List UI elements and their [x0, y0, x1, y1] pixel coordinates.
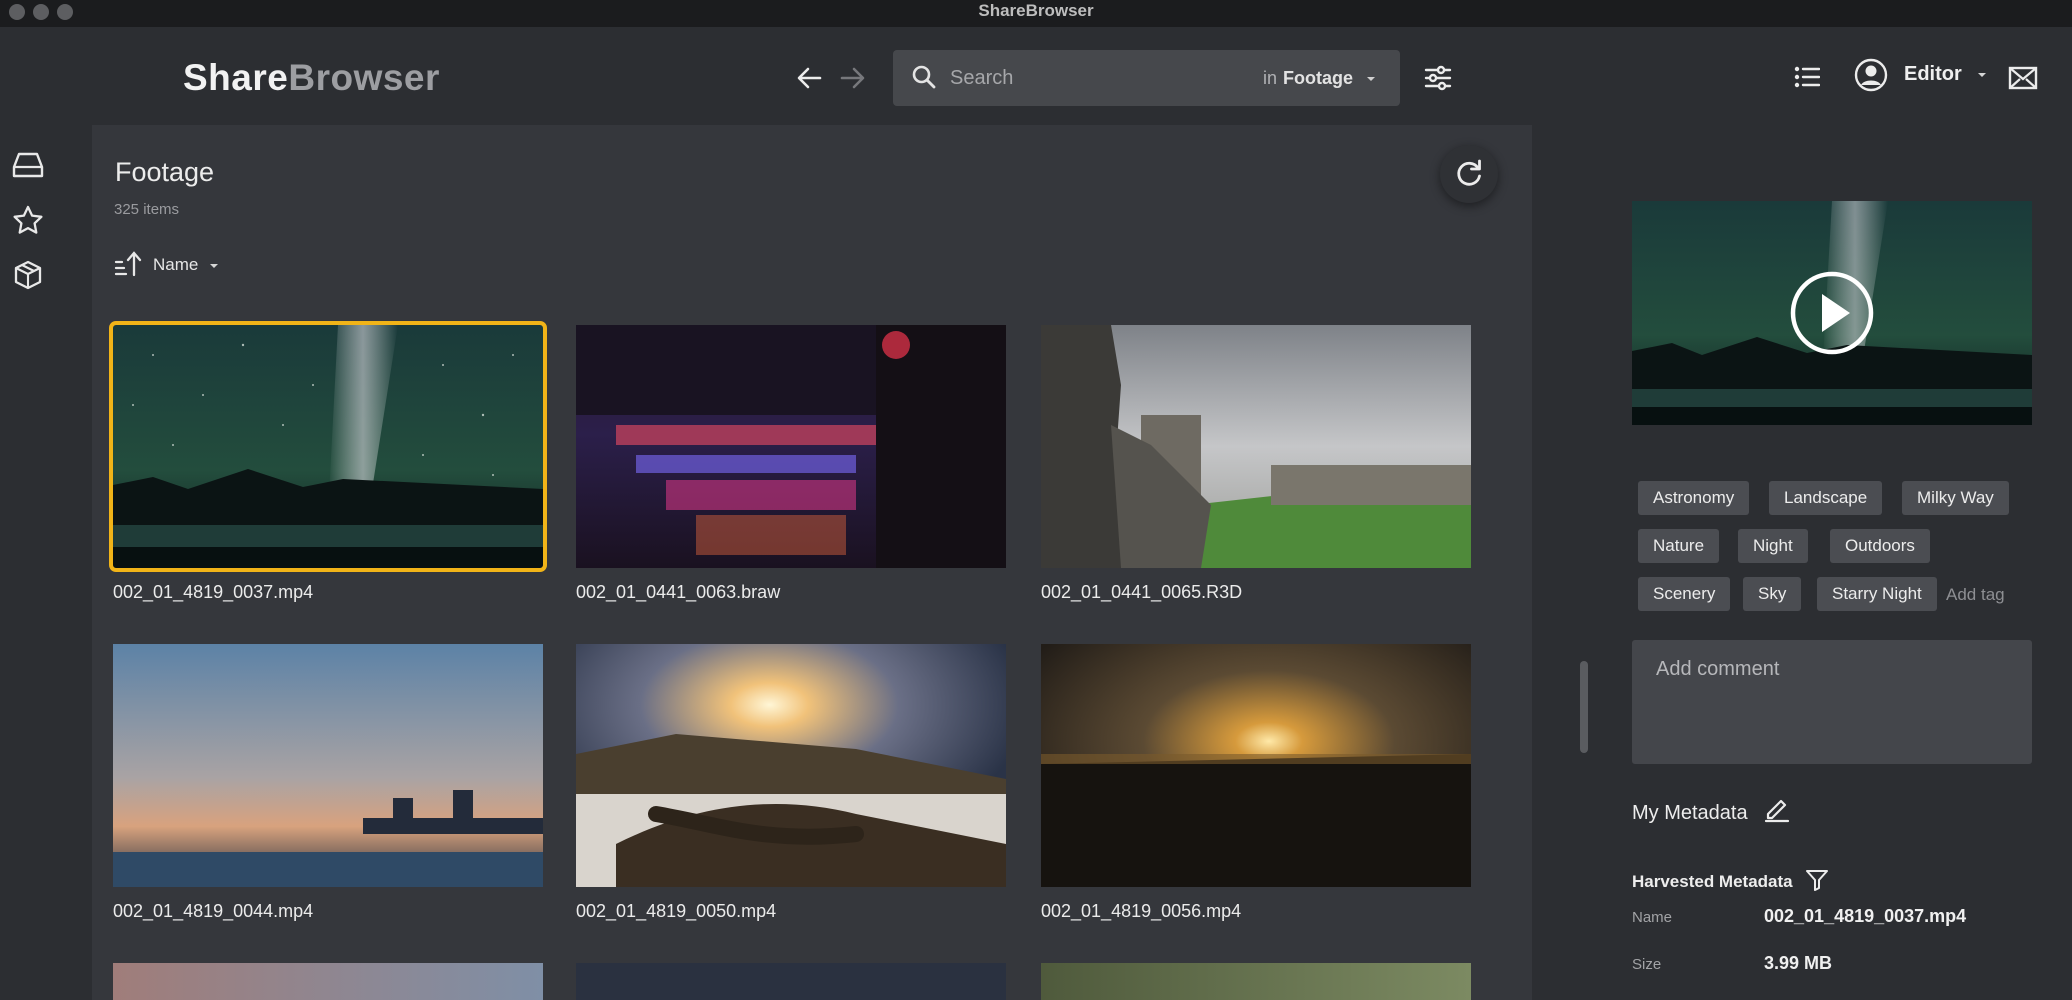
metadata-value: 3.99 MB [1764, 953, 1833, 973]
user-menu[interactable]: Editor [1904, 63, 1987, 86]
tag-chip[interactable]: Sky [1743, 577, 1802, 611]
search-field[interactable]: Search in Footage [893, 50, 1400, 106]
item-count: 325 items [114, 201, 180, 218]
video-preview[interactable] [1632, 201, 2032, 425]
search-scope-value: Footage [1282, 68, 1353, 88]
user-avatar-icon[interactable] [1854, 58, 1888, 92]
asset-thumbnail[interactable] [576, 644, 1006, 887]
forward-arrow-icon[interactable] [840, 65, 866, 91]
refresh-button[interactable] [1440, 145, 1498, 203]
asset-filename: 002_01_4819_0050.mp4 [576, 901, 777, 921]
edit-pencil-icon[interactable] [1763, 795, 1791, 823]
comment-placeholder: Add comment [1656, 658, 1780, 680]
back-arrow-icon[interactable] [796, 65, 822, 91]
sort-ascending-icon[interactable] [114, 249, 142, 277]
asset-thumbnail[interactable] [1041, 325, 1471, 568]
package-box-icon[interactable] [12, 259, 44, 291]
asset-thumbnail[interactable] [1041, 644, 1471, 887]
sort-label: Name [153, 255, 199, 274]
content-scrollbar[interactable] [1580, 661, 1588, 753]
refresh-icon [1457, 159, 1481, 186]
asset-filename: 002_01_4819_0037.mp4 [113, 582, 314, 602]
logo-text-browser: Browser [288, 57, 440, 98]
asset-thumbnail[interactable] [113, 644, 543, 887]
search-input[interactable]: Search [950, 67, 1013, 90]
asset-tile[interactable]: 002_01_0441_0065.R3D [1041, 325, 1471, 603]
asset-tile[interactable]: 002_01_4819_0050.mp4 [576, 644, 1006, 922]
tag-chip[interactable]: Outdoors [1830, 529, 1930, 563]
chevron-down-icon [1367, 77, 1375, 82]
chevron-down-icon [210, 263, 219, 268]
app-header: ShareBrowser Search in Footage Editor [0, 27, 2072, 125]
asset-filename: 002_01_4819_0044.mp4 [113, 901, 314, 921]
tag-chip[interactable]: Night [1738, 529, 1808, 563]
filter-funnel-icon[interactable] [1805, 868, 1829, 892]
harvested-metadata-label: Harvested Metadata [1632, 872, 1793, 891]
metadata-key: Size [1632, 956, 1662, 973]
asset-thumbnail[interactable] [109, 321, 547, 572]
tag-chip[interactable]: Scenery [1638, 577, 1731, 611]
metadata-value: 002_01_4819_0037.mp4 [1764, 906, 1967, 926]
window-title: ShareBrowser [978, 1, 1094, 20]
user-name: Editor [1904, 63, 1962, 85]
asset-tile[interactable] [1041, 963, 1471, 1000]
logo-text-share: Share [183, 57, 289, 98]
asset-thumbnail[interactable] [576, 963, 1006, 1000]
window-titlebar: ShareBrowser [0, 0, 2072, 27]
asset-filename: 002_01_4819_0056.mp4 [1041, 901, 1242, 921]
tag-chip[interactable]: Astronomy [1638, 481, 1750, 515]
list-view-icon[interactable] [1794, 65, 1820, 89]
asset-thumbnail[interactable] [113, 963, 543, 1000]
my-metadata-label: My Metadata [1632, 802, 1748, 824]
star-icon[interactable] [12, 205, 44, 235]
asset-tile[interactable]: 002_01_4819_0044.mp4 [113, 644, 543, 922]
tag-chip[interactable]: Landscape [1769, 481, 1883, 515]
asset-tile[interactable]: 002_01_4819_0056.mp4 [1041, 644, 1471, 922]
app-logo[interactable]: ShareBrowser [183, 57, 440, 99]
asset-filename: 002_01_0441_0063.braw [576, 582, 781, 602]
folder-title: Footage [115, 157, 215, 187]
comment-field[interactable]: Add comment [1632, 640, 2032, 764]
sort-dropdown[interactable]: Name [153, 255, 219, 275]
tag-chip[interactable]: Nature [1638, 529, 1720, 563]
search-scope-dropdown[interactable]: in Footage [1263, 68, 1376, 89]
metadata-key: Name [1632, 909, 1673, 926]
search-scope-prefix: in [1262, 68, 1277, 88]
chevron-down-icon [1978, 72, 1987, 77]
browser-content: Footage 325 items Name 002_01_4819_0037.… [92, 125, 1680, 1000]
mail-icon[interactable] [2008, 65, 2038, 91]
asset-tile[interactable]: 002_01_4819_0037.mp4 [109, 321, 547, 603]
my-metadata-heading: My Metadata [1632, 795, 1791, 825]
tag-chip[interactable]: Milky Way [1902, 481, 2009, 515]
harvested-metadata-heading: Harvested Metadata [1632, 868, 1829, 892]
search-icon [912, 65, 936, 89]
asset-tile[interactable]: 002_01_0441_0063.braw [576, 325, 1006, 603]
left-navigation [0, 125, 56, 1000]
tag-chip[interactable]: Starry Night [1817, 577, 1937, 611]
play-icon[interactable] [1789, 270, 1875, 356]
asset-tile[interactable] [113, 963, 543, 1000]
add-tag-input[interactable]: Add tag [1946, 585, 2005, 605]
details-panel: Astronomy Landscape Milky Way Nature Nig… [1588, 125, 2072, 1000]
asset-thumbnail[interactable] [1041, 963, 1471, 1000]
asset-tile[interactable] [576, 963, 1006, 1000]
storage-drive-icon[interactable] [12, 151, 44, 179]
filter-sliders-icon[interactable] [1424, 65, 1452, 91]
asset-thumbnail[interactable] [576, 325, 1006, 568]
asset-filename: 002_01_0441_0065.R3D [1041, 582, 1243, 602]
